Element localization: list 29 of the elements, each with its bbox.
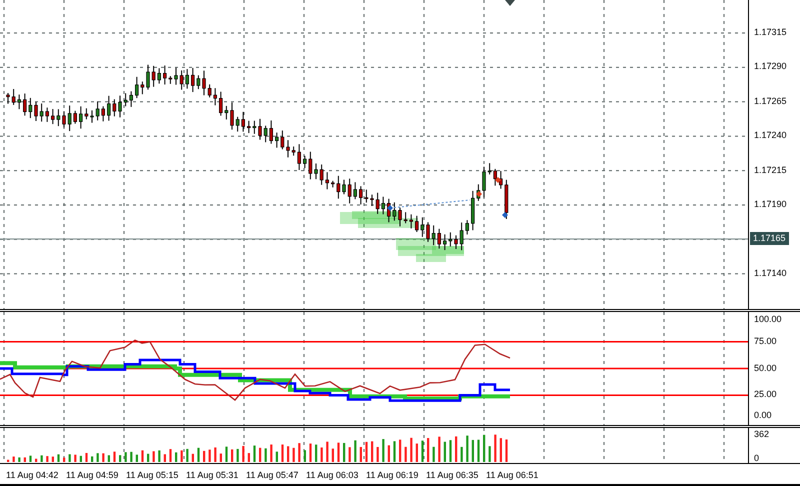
time-label: 11 Aug 05:47	[245, 469, 298, 481]
time-label: 11 Aug 04:59	[65, 469, 118, 481]
time-label: 11 Aug 06:35	[425, 469, 478, 481]
time-label: 11 Aug 06:03	[305, 469, 358, 481]
trade-marker-icon	[495, 177, 501, 183]
oscillator-label: 100.00	[754, 313, 782, 326]
price-label: 1.17290	[754, 60, 787, 74]
trade-marker-icon	[502, 212, 508, 218]
chart-shift-icon[interactable]	[505, 0, 515, 6]
price-label: 1.17140	[754, 266, 787, 280]
price-label: 1.17190	[754, 198, 787, 211]
price-label: 1.17315	[754, 26, 787, 39]
oscillator-label: 75.00	[754, 334, 777, 348]
oscillator-label: 50.00	[754, 362, 777, 374]
price-label: 1.17240	[754, 129, 787, 142]
time-label: 11 Aug 06:19	[365, 469, 418, 481]
price-label: 1.17265	[754, 94, 787, 108]
volume-label: 362	[754, 428, 770, 441]
time-label: 11 Aug 06:51	[485, 469, 538, 481]
current-price-label: 1.17165	[750, 232, 789, 245]
trade-marker-icon	[476, 191, 482, 197]
oscillator-label: 0.00	[754, 409, 772, 422]
zone-highlight	[358, 218, 418, 228]
price-label: 1.17215	[754, 164, 787, 177]
time-label: 11 Aug 05:15	[125, 469, 178, 481]
volume-label: 0	[754, 452, 760, 465]
time-label: 11 Aug 05:31	[185, 469, 238, 481]
time-label: 11 Aug 04:42	[5, 469, 58, 481]
oscillator-label: 25.00	[754, 388, 777, 402]
